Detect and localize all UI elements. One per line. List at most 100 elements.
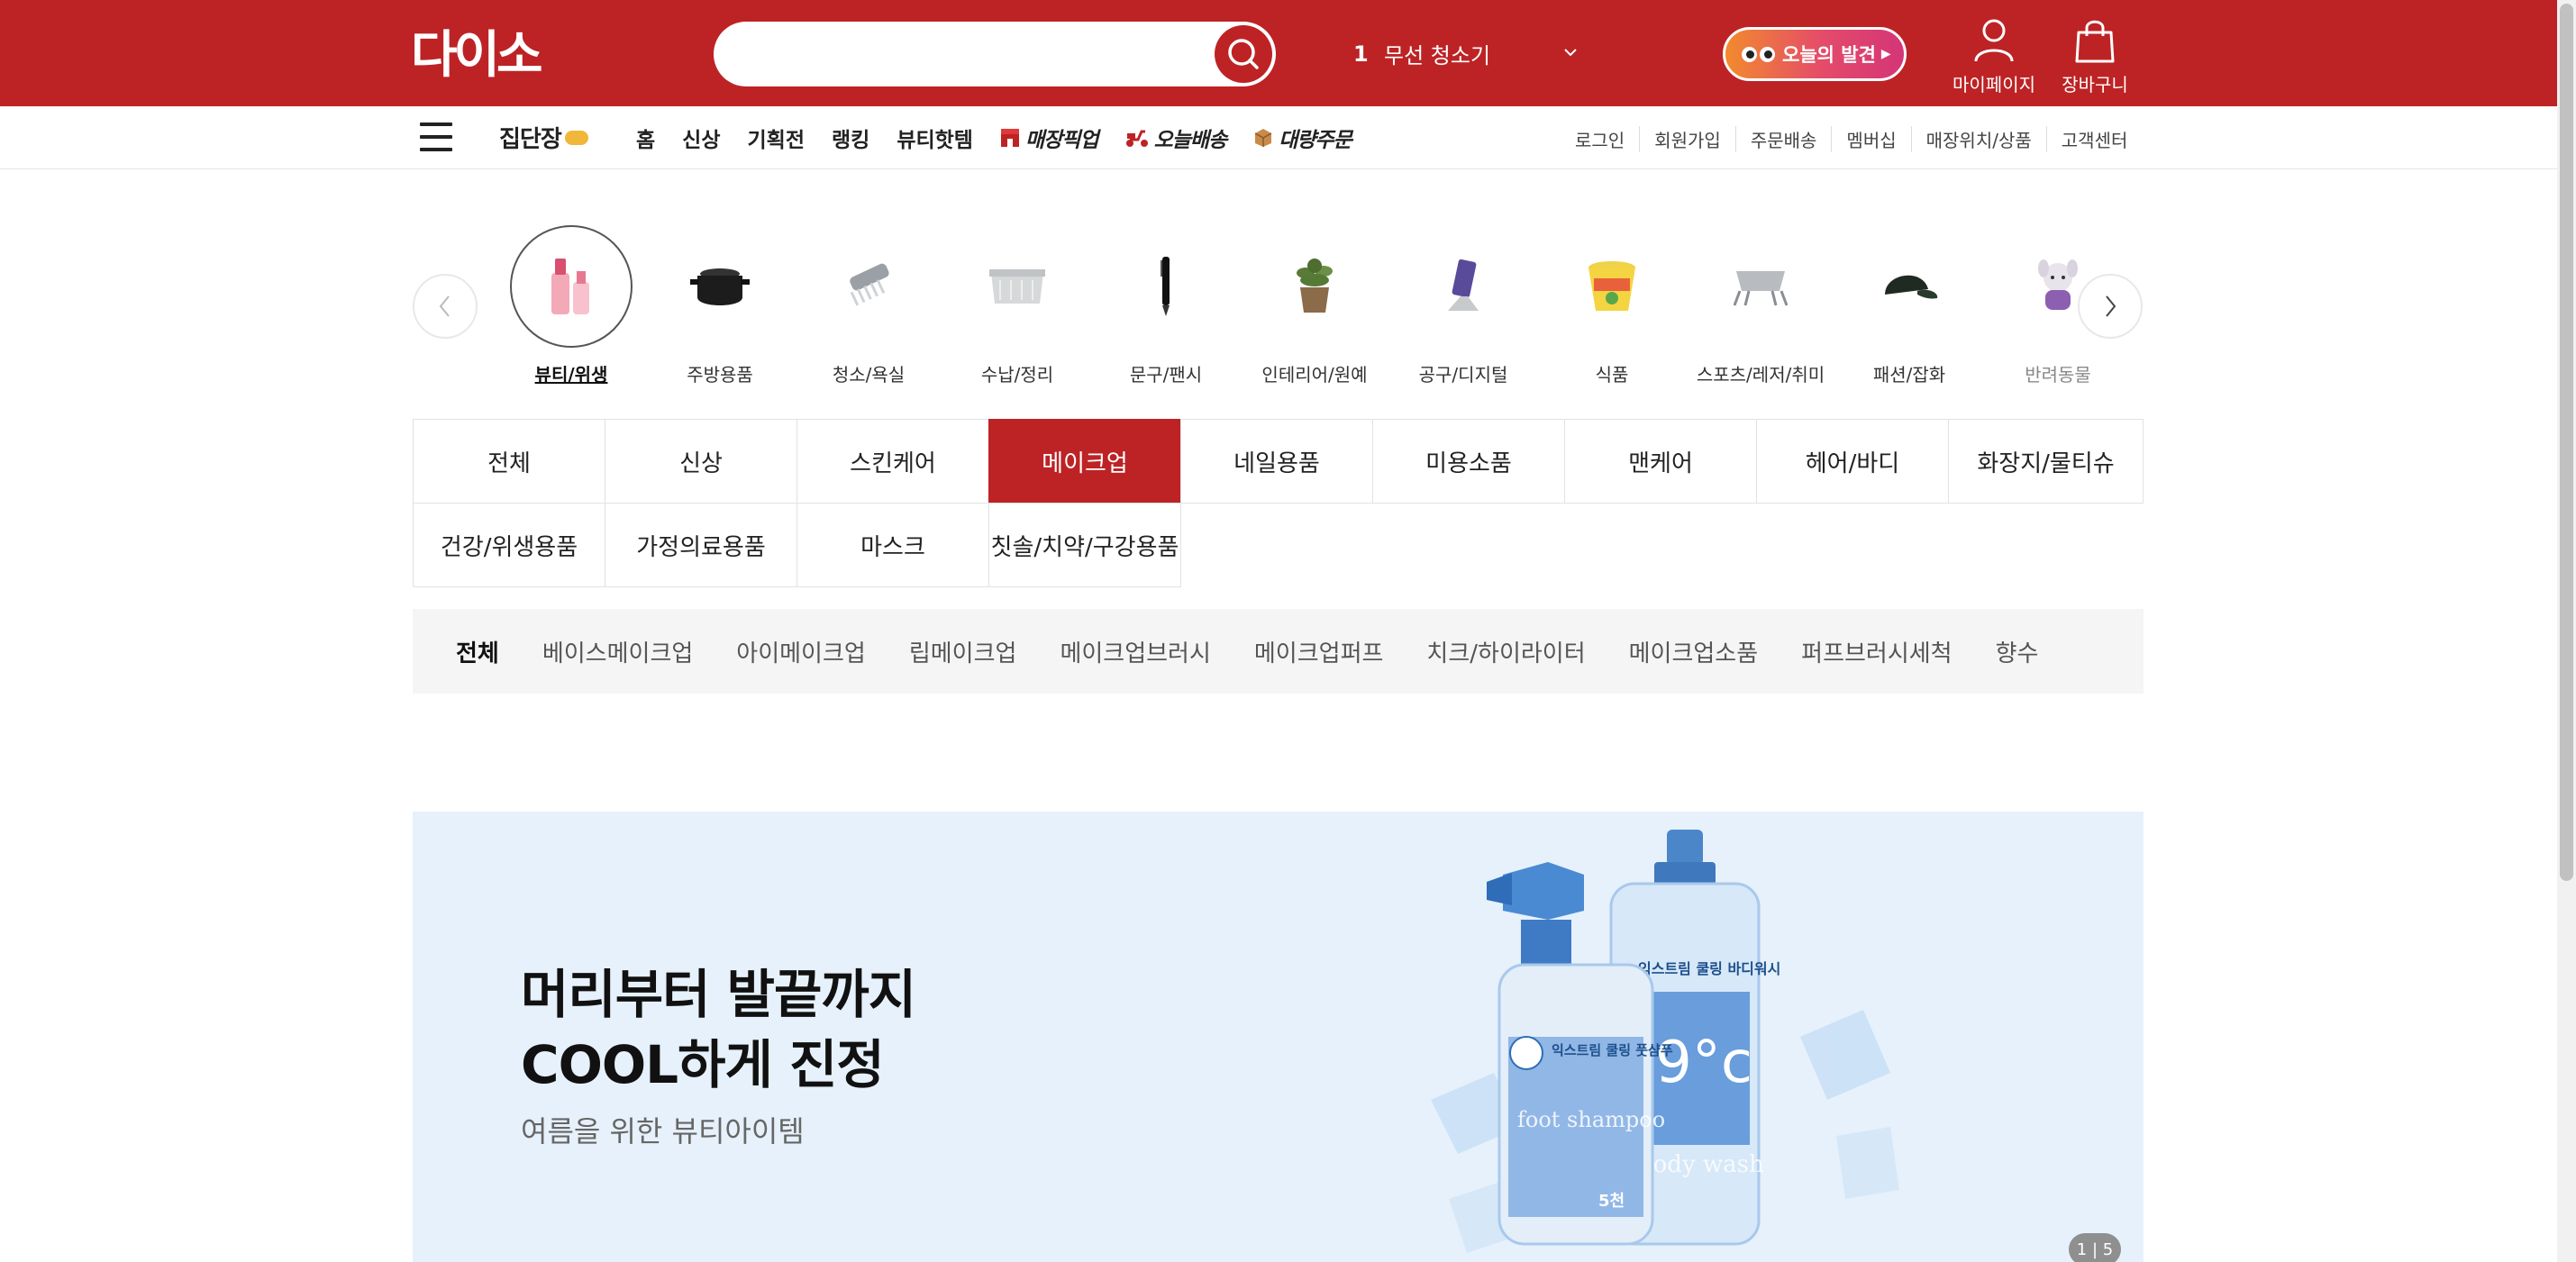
carousel-prev-button[interactable] [413, 274, 478, 339]
category-stationery[interactable]: 문구/팬시 [1098, 225, 1233, 386]
tab-new[interactable]: 신상 [605, 419, 797, 504]
category-fashion[interactable]: 패션/잡화 [1842, 225, 1977, 386]
phone-stand-icon [1448, 259, 1479, 311]
cart-button[interactable]: 장바구니 [2045, 18, 2144, 96]
carousel-next-button[interactable] [2078, 274, 2143, 339]
category-tools-digital[interactable]: 공구/디지털 [1396, 225, 1531, 386]
nav-bar: 집단장 홈 신상 기획전 랭킹 뷰티핫템 매장픽업 오늘배송 대량주문 로그인 … [0, 106, 2557, 169]
category-label: 반려동물 [2025, 364, 2091, 386]
category-storage[interactable]: 수납/정리 [950, 225, 1085, 386]
customer-center-link[interactable]: 고객센터 [2045, 126, 2143, 152]
nav-exhibition[interactable]: 기획전 [748, 123, 805, 153]
category-label: 식품 [1595, 364, 1629, 386]
category-label: 뷰티/위생 [534, 364, 608, 386]
filter-makeup-puff[interactable]: 메이크업퍼프 [1254, 635, 1384, 668]
mypage-button[interactable]: 마이페이지 [1944, 18, 2044, 96]
jipdanjang-label: 집단장 [499, 126, 562, 153]
signup-link[interactable]: 회원가입 [1639, 126, 1735, 152]
grill-icon [1733, 271, 1789, 306]
jipdanjang-link[interactable]: 집단장 [499, 121, 588, 154]
daiso-logo[interactable]: 다이소 [411, 27, 596, 79]
tab-mencare[interactable]: 맨케어 [1564, 419, 1757, 504]
category-label: 인테리어/원예 [1261, 364, 1368, 386]
scrollbar-thumb[interactable] [2560, 4, 2573, 881]
category-cleaning[interactable]: 청소/욕실 [801, 225, 936, 386]
todays-discovery-button[interactable]: 오늘의 발견 ▶ [1723, 27, 1907, 81]
tab-hair-body[interactable]: 헤어/바디 [1756, 419, 1949, 504]
trending-rank: 1 [1353, 41, 1369, 67]
category-sports[interactable]: 스포츠/레저/취미 [1693, 225, 1828, 386]
search-icon [1228, 39, 1259, 69]
chevron-down-icon[interactable] [1562, 40, 1579, 67]
chevron-left-icon [439, 295, 450, 317]
nav-today-delivery[interactable]: 오늘배송 [1125, 123, 1227, 153]
filter-eye-makeup[interactable]: 아이메이크업 [736, 635, 866, 668]
nav-store-pickup[interactable]: 매장픽업 [1000, 123, 1099, 153]
filter-makeup-accessories[interactable]: 메이크업소품 [1629, 635, 1759, 668]
tab-skincare[interactable]: 스킨케어 [796, 419, 989, 504]
top-header: 다이소 1 무선 청소기 오늘의 발견 ▶ 마이페이지 장바구니 [0, 0, 2557, 106]
login-link[interactable]: 로그인 [1575, 126, 1639, 152]
product-image: 익스트림 쿨링 바디워시 -9°c body wash 익스트림 쿨링 풋샴푸 … [1431, 830, 1899, 1253]
nav-home[interactable]: 홈 [636, 123, 655, 153]
trending-keyword-text: 무선 청소기 [1384, 43, 1491, 68]
pen-icon [1161, 257, 1170, 316]
filter-puff-brush-cleaner[interactable]: 퍼프브러시세척 [1801, 635, 1952, 668]
cart-label: 장바구니 [2062, 74, 2128, 95]
brush-icon [850, 263, 889, 306]
trending-keyword[interactable]: 1 무선 청소기 [1353, 38, 1490, 69]
category-label: 수납/정리 [980, 364, 1054, 386]
chevron-right-icon [2106, 295, 2116, 317]
tab-tissue[interactable]: 화장지/물티슈 [1948, 419, 2144, 504]
filter-perfume[interactable]: 향수 [1996, 635, 2039, 668]
store-location-link[interactable]: 매장위치/상품 [1910, 126, 2046, 152]
filter-cheek-highlighter[interactable]: 치크/하이라이터 [1426, 635, 1585, 668]
plant-icon [1297, 259, 1333, 313]
storage-box-icon [989, 269, 1045, 304]
tab-mask[interactable]: 마스크 [796, 503, 989, 587]
beauty-icon [551, 259, 589, 314]
nav-ranking[interactable]: 랭킹 [832, 123, 869, 153]
filter-all[interactable]: 전체 [456, 635, 499, 668]
store-icon [1000, 129, 1019, 147]
play-arrow-icon: ▶ [1880, 47, 1891, 61]
filter-base-makeup[interactable]: 베이스메이크업 [542, 635, 693, 668]
banner-pager: 1 | 5 [2069, 1233, 2121, 1262]
nav-beauty-hot[interactable]: 뷰티핫템 [897, 123, 973, 153]
category-interior[interactable]: 인테리어/원예 [1247, 225, 1382, 386]
nav-bulk-order[interactable]: 대량주문 [1253, 123, 1352, 153]
banner-title: 머리부터 발끝까지 COOL하게 진정 [521, 959, 916, 1100]
category-kitchen[interactable]: 주방용품 [652, 225, 787, 386]
promo-banner[interactable]: 머리부터 발끝까지 COOL하게 진정 여름을 위한 뷰티아이템 익스트림 쿨링… [413, 812, 2144, 1262]
store-pickup-label: 매장픽업 [1024, 129, 1099, 152]
membership-link[interactable]: 멤버십 [1831, 126, 1910, 152]
search-box[interactable] [714, 22, 1276, 86]
bottle-right-label: 익스트림 쿨링 바디워시 [1638, 960, 1780, 977]
tab-oral-care[interactable]: 칫솔/치약/구강용품 [988, 503, 1181, 587]
order-delivery-link[interactable]: 주문배송 [1734, 126, 1832, 152]
category-beauty[interactable]: 뷰티/위생 [504, 225, 639, 386]
category-food[interactable]: 식품 [1544, 225, 1679, 386]
tab-health-hygiene[interactable]: 건강/위생용품 [413, 503, 605, 587]
cap-icon [1885, 275, 1938, 299]
tab-nail[interactable]: 네일용품 [1180, 419, 1373, 504]
bottle-left-script: foot shampoo [1517, 1107, 1665, 1132]
user-icon [1974, 19, 2014, 62]
filter-lip-makeup[interactable]: 립메이크업 [909, 635, 1017, 668]
nav-new[interactable]: 신상 [682, 123, 720, 153]
tab-all[interactable]: 전체 [413, 419, 605, 504]
tab-makeup[interactable]: 메이크업 [988, 419, 1181, 504]
shopping-bag-icon [2075, 20, 2115, 63]
menu-icon[interactable] [420, 123, 452, 151]
search-button[interactable] [1215, 25, 1272, 83]
main-nav: 홈 신상 기획전 랭킹 뷰티핫템 매장픽업 오늘배송 대량주문 [636, 123, 1352, 153]
today-delivery-label: 오늘배송 [1153, 129, 1228, 152]
category-label: 주방용품 [687, 364, 753, 386]
category-label: 스포츠/레저/취미 [1696, 364, 1825, 386]
eyes-icon [1742, 46, 1775, 62]
tab-home-medical[interactable]: 가정의료용품 [605, 503, 797, 587]
filter-makeup-brush[interactable]: 메이크업브러시 [1060, 635, 1210, 668]
tab-beauty-tools[interactable]: 미용소품 [1372, 419, 1565, 504]
banner-subtitle: 여름을 위한 뷰티아이템 [521, 1114, 805, 1149]
category-label: 청소/욕실 [832, 364, 906, 386]
